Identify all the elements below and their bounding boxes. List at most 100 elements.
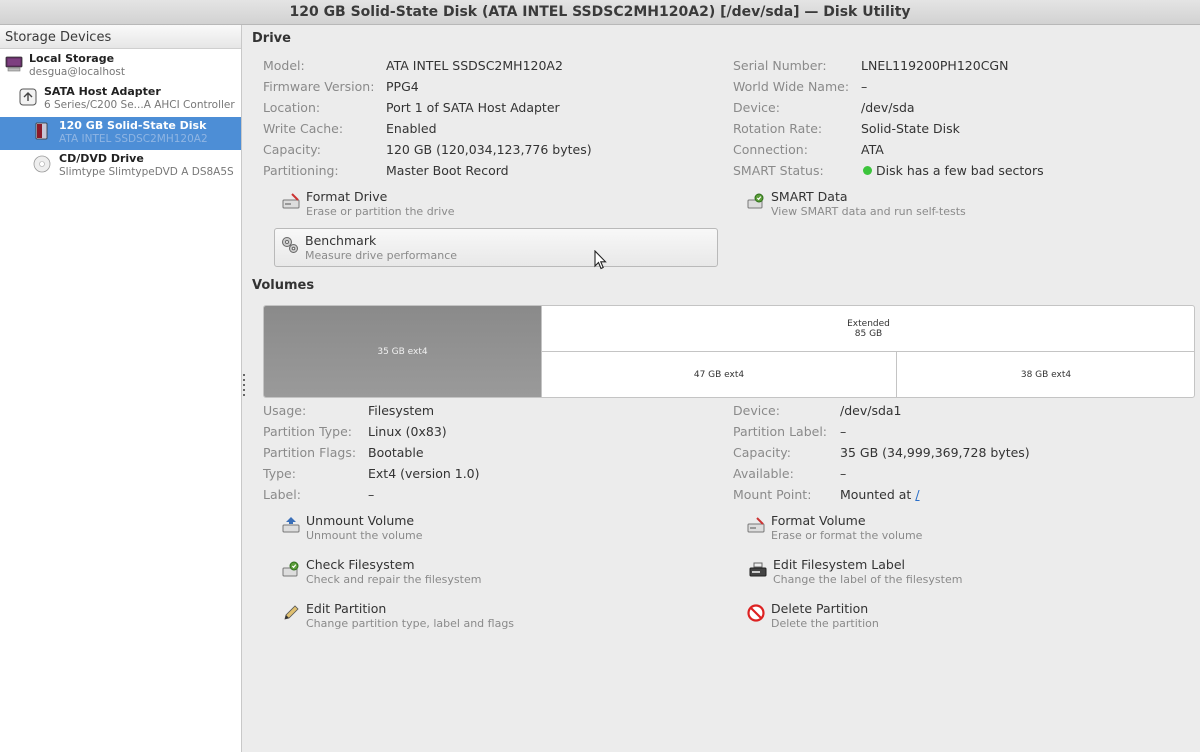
- field-label: Partitioning:: [263, 163, 339, 178]
- mount-point-text: Mounted at: [840, 487, 912, 502]
- field-value-partitioning: Master Boot Record: [386, 163, 509, 178]
- delete-partition-button[interactable]: Delete Partition Delete the partition: [747, 601, 947, 633]
- field-value-partition-label: –: [840, 424, 847, 439]
- smart-status-value: Disk has a few bad sectors: [863, 163, 1044, 178]
- field-label: Label:: [263, 487, 301, 502]
- benchmark-icon: [282, 237, 298, 253]
- smart-status-text: Disk has a few bad sectors: [876, 163, 1044, 178]
- benchmark-button[interactable]: Benchmark Measure drive performance: [274, 228, 718, 267]
- format-volume-icon: [747, 517, 765, 533]
- field-value-model: ATA INTEL SSDSC2MH120A2: [386, 58, 563, 73]
- pencil-icon: [284, 605, 299, 620]
- sidebar-item-subtitle: desgua@localhost: [29, 66, 125, 78]
- field-label: Rotation Rate:: [733, 121, 823, 136]
- action-title: Format Volume: [771, 513, 866, 528]
- field-label: Model:: [263, 58, 305, 73]
- field-label: World Wide Name:: [733, 79, 850, 94]
- action-description: View SMART data and run self-tests: [771, 205, 966, 218]
- field-value-capacity: 120 GB (120,034,123,776 bytes): [386, 142, 592, 157]
- delete-icon: [747, 604, 765, 622]
- sidebar-item-subtitle: Slimtype SlimtypeDVD A DS8A5S: [59, 166, 234, 178]
- field-label: Partition Flags:: [263, 445, 357, 460]
- field-label: Firmware Version:: [263, 79, 375, 94]
- action-description: Change partition type, label and flags: [306, 617, 515, 630]
- field-value-label: –: [368, 487, 375, 502]
- format-drive-button[interactable]: Format Drive Erase or partition the driv…: [282, 189, 482, 221]
- field-label: Available:: [733, 466, 794, 481]
- field-label: Partition Label:: [733, 424, 828, 439]
- sidebar-item-cd-dvd-drive[interactable]: CD/DVD Drive Slimtype SlimtypeDVD A DS8A…: [0, 150, 241, 183]
- action-title: Format Drive: [306, 189, 388, 204]
- volume-segment-selected[interactable]: 35 GB ext4: [264, 306, 541, 397]
- sidebar-item-ssd[interactable]: 120 GB Solid-State Disk ATA INTEL SSDSC2…: [0, 117, 241, 150]
- ssd-icon: [35, 122, 48, 140]
- field-value-rotation-rate: Solid-State Disk: [861, 121, 960, 136]
- field-label: Usage:: [263, 403, 307, 418]
- edit-filesystem-label-button[interactable]: Edit Filesystem Label Change the label o…: [749, 557, 989, 589]
- format-drive-icon: [282, 193, 300, 209]
- status-ok-icon: [863, 166, 872, 175]
- field-value-type: Ext4 (version 1.0): [368, 466, 480, 481]
- action-description: Erase or partition the drive: [306, 205, 455, 218]
- field-label: Partition Type:: [263, 424, 352, 439]
- extended-size: 85 GB: [854, 328, 883, 339]
- action-description: Measure drive performance: [305, 249, 458, 262]
- check-filesystem-button[interactable]: Check Filesystem Check and repair the fi…: [282, 557, 502, 589]
- field-value-connection: ATA: [861, 142, 884, 157]
- sidebar-item-subtitle: 6 Series/C200 Se...A AHCI Controller: [44, 99, 235, 111]
- field-label: Mount Point:: [733, 487, 812, 502]
- main-panel: Drive Model: ATA INTEL SSDSC2MH120A2 Fir…: [242, 25, 1200, 752]
- field-label: Capacity:: [263, 142, 321, 157]
- storage-devices-sidebar: Storage Devices Local Storage desgua@loc…: [0, 25, 242, 752]
- edit-label-icon: [749, 562, 767, 577]
- action-description: Check and repair the filesystem: [306, 573, 482, 586]
- field-value-available: –: [840, 466, 847, 481]
- smart-data-icon: [747, 193, 764, 209]
- field-label: SMART Status:: [733, 163, 824, 178]
- benchmark-content: Benchmark Measure drive performance: [281, 233, 681, 265]
- field-value-partition-flags: Bootable: [368, 445, 424, 460]
- field-label: Connection:: [733, 142, 808, 157]
- mount-point-link[interactable]: /: [915, 487, 919, 502]
- action-title: Benchmark: [305, 233, 377, 248]
- sidebar-item-sata-host-adapter[interactable]: SATA Host Adapter 6 Series/C200 Se...A A…: [0, 83, 241, 116]
- volume-segment-extended[interactable]: Extended 85 GB: [541, 306, 1194, 352]
- field-label: Location:: [263, 100, 321, 115]
- edit-partition-button[interactable]: Edit Partition Change partition type, la…: [282, 601, 542, 633]
- volumes-section-title: Volumes: [252, 278, 315, 293]
- action-title: Check Filesystem: [306, 557, 415, 572]
- action-description: Unmount the volume: [306, 529, 423, 542]
- optical-drive-icon: [33, 155, 51, 173]
- field-value-serial: LNEL119200PH120CGN: [861, 58, 1009, 73]
- drive-section-title: Drive: [252, 31, 291, 46]
- action-title: Delete Partition: [771, 601, 869, 616]
- sidebar-item-subtitle: ATA INTEL SSDSC2MH120A2: [59, 133, 208, 145]
- field-label: Serial Number:: [733, 58, 827, 73]
- field-value-write-cache: Enabled: [386, 121, 437, 136]
- action-title: Unmount Volume: [306, 513, 415, 528]
- field-label: Device:: [733, 100, 780, 115]
- format-volume-button[interactable]: Format Volume Erase or format the volume: [747, 513, 947, 545]
- action-title: Edit Partition: [306, 601, 387, 616]
- mouse-pointer-icon: [594, 250, 607, 270]
- field-value-usage: Filesystem: [368, 403, 435, 418]
- field-label: Write Cache:: [263, 121, 344, 136]
- action-description: Delete the partition: [771, 617, 879, 630]
- field-value-device: /dev/sda1: [840, 403, 902, 418]
- field-value-firmware: PPG4: [386, 79, 419, 94]
- field-label: Type:: [263, 466, 296, 481]
- window-title: 120 GB Solid-State Disk (ATA INTEL SSDSC…: [0, 0, 1200, 25]
- action-title: Edit Filesystem Label: [773, 557, 905, 572]
- action-title: SMART Data: [771, 189, 848, 204]
- unmount-volume-button[interactable]: Unmount Volume Unmount the volume: [282, 513, 482, 545]
- volume-segment-logical-2[interactable]: 38 GB ext4: [896, 352, 1194, 397]
- volume-segment-logical-1[interactable]: 47 GB ext4: [541, 352, 896, 397]
- sidebar-item-local-storage[interactable]: Local Storage desgua@localhost: [0, 50, 241, 83]
- volume-map: 35 GB ext4 Extended 85 GB 47 GB ext4 38 …: [263, 305, 1195, 398]
- field-value-partition-type: Linux (0x83): [368, 424, 447, 439]
- action-description: Change the label of the filesystem: [773, 573, 963, 586]
- computer-icon: [5, 56, 23, 72]
- smart-data-button[interactable]: SMART Data View SMART data and run self-…: [747, 189, 977, 221]
- field-label: Device:: [733, 403, 780, 418]
- sidebar-item-title: 120 GB Solid-State Disk: [59, 119, 207, 132]
